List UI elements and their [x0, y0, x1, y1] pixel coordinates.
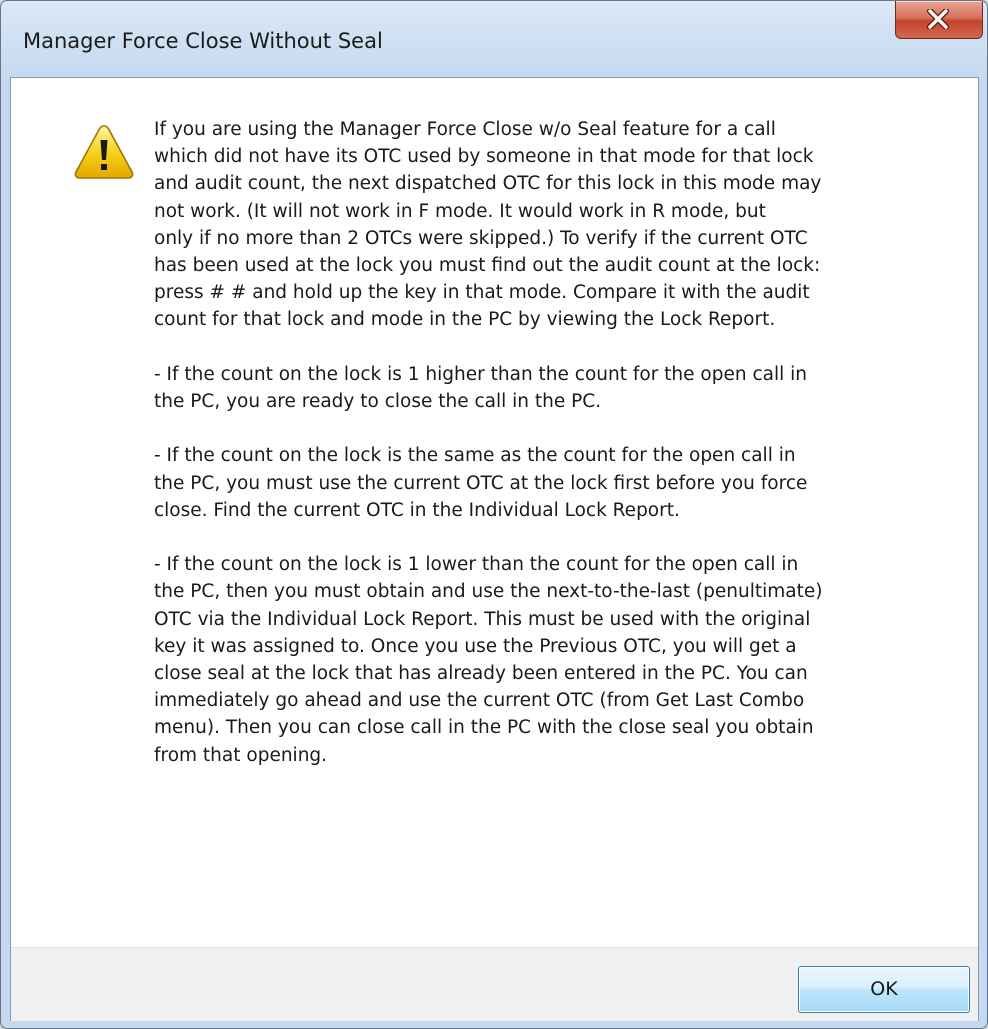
warning-icon: [74, 125, 134, 179]
message-paragraph-1: If you are using the Manager Force Close…: [154, 119, 822, 331]
title-bar[interactable]: Manager Force Close Without Seal: [1, 1, 987, 77]
message-paragraph-2: - If the count on the lock is 1 higher t…: [154, 363, 808, 413]
button-bar: OK: [11, 947, 978, 1021]
dialog-content: If you are using the Manager Force Close…: [10, 77, 979, 1021]
dialog-window: Manager Force Close Without Seal If you …: [0, 0, 988, 1029]
message-text: If you are using the Manager Force Close…: [154, 116, 959, 796]
message-paragraph-3: - If the count on the lock is the same a…: [154, 445, 808, 521]
message-paragraph-4: - If the count on the lock is 1 lower th…: [154, 554, 823, 766]
ok-button[interactable]: OK: [798, 966, 970, 1013]
window-title: Manager Force Close Without Seal: [23, 29, 383, 53]
close-button[interactable]: [895, 1, 983, 39]
close-icon: [927, 9, 949, 29]
